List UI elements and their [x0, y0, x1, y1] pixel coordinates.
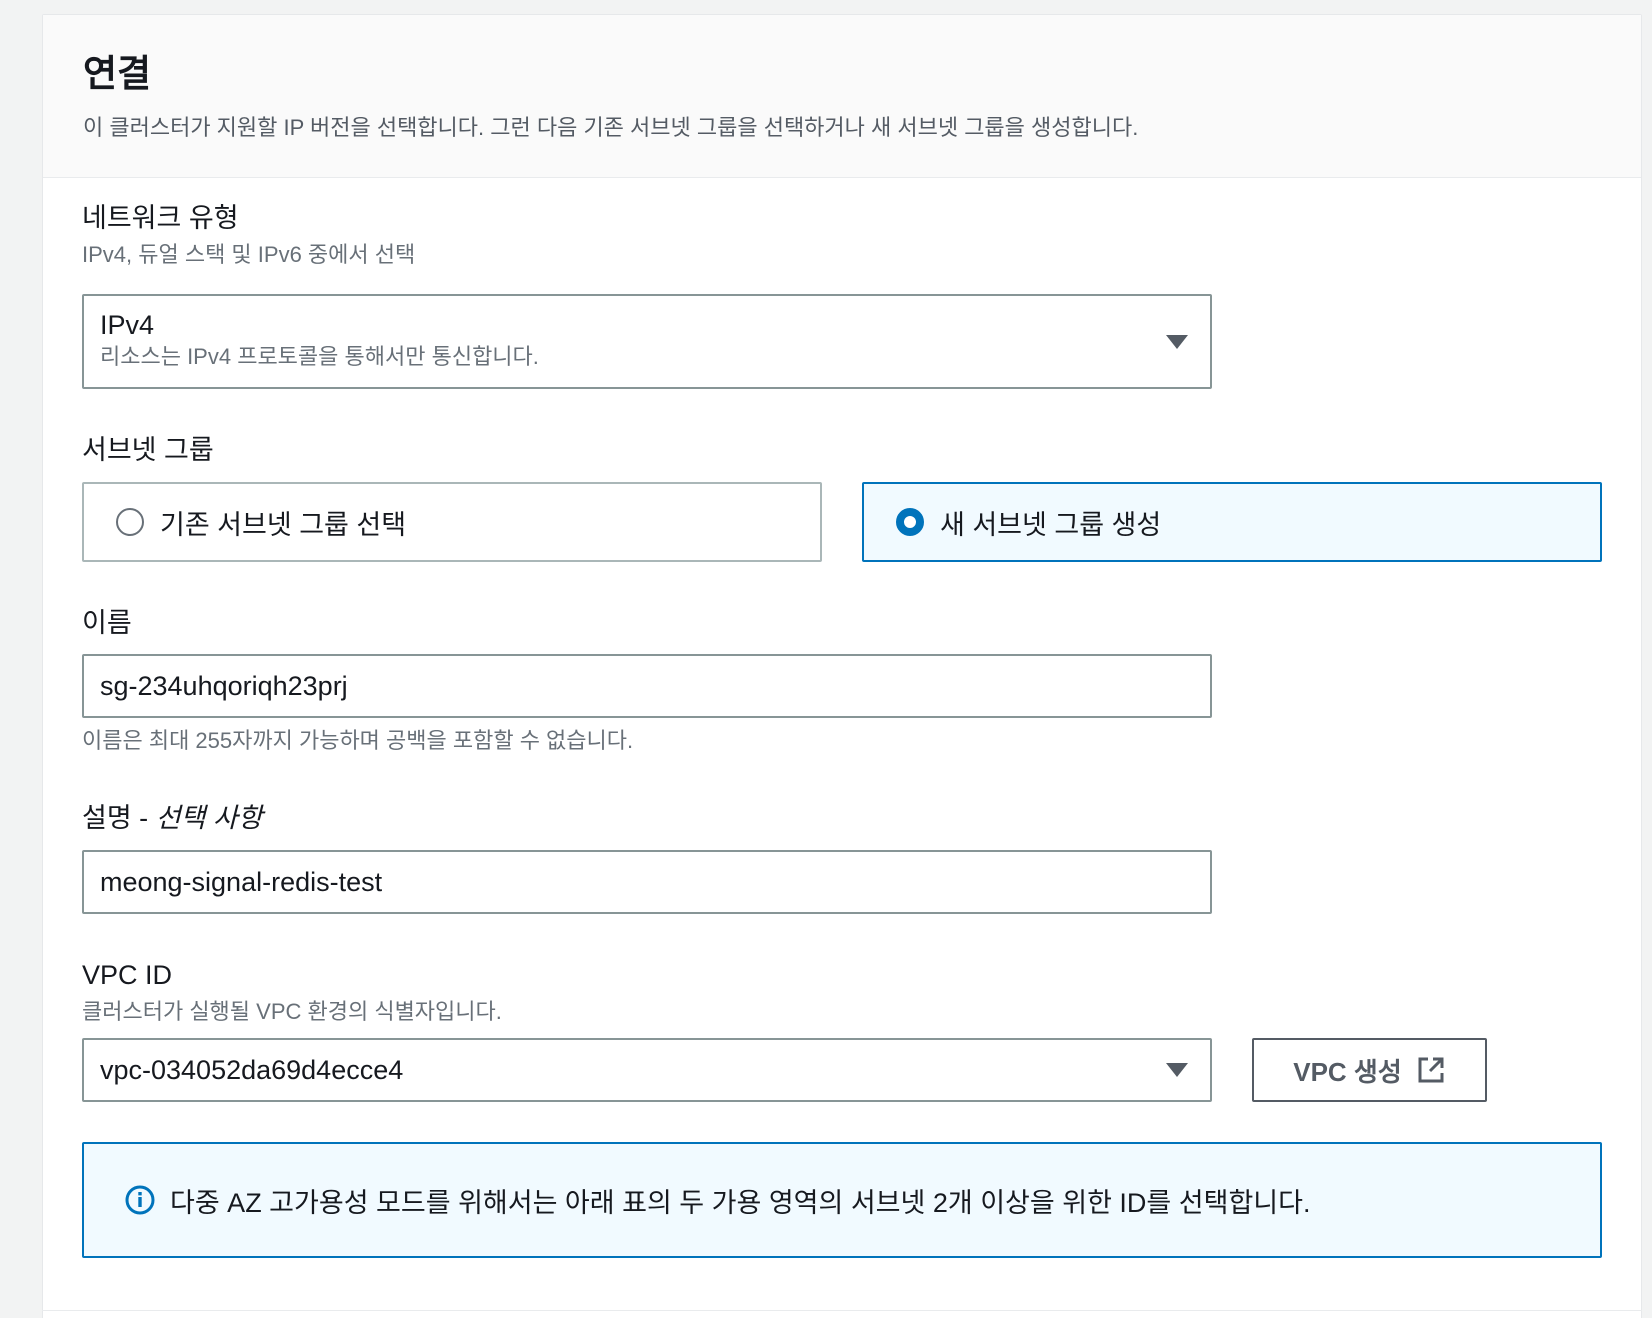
- create-vpc-button[interactable]: VPC 생성: [1252, 1038, 1487, 1102]
- name-hint: 이름은 최대 255자까지 가능하며 공백을 포함할 수 없습니다.: [82, 728, 634, 753]
- network-type-select[interactable]: IPv4 리소스는 IPv4 프로토콜을 통해서만 통신합니다.: [82, 294, 1212, 389]
- network-type-hint: IPv4, 듀얼 스택 및 IPv6 중에서 선택: [82, 242, 416, 267]
- caret-down-icon: [1166, 1063, 1188, 1077]
- network-type-label: 네트워크 유형: [82, 203, 239, 233]
- description-field: 설명 - 선택 사항: [82, 800, 263, 836]
- optional-tag: 선택 사항: [155, 803, 263, 833]
- name-input[interactable]: sg-234uhqoriqh23prj: [82, 654, 1212, 718]
- subnet-group-label: 서브넷 그룹: [82, 435, 214, 465]
- section-description: 이 클러스터가 지원할 IP 버전을 선택합니다. 그런 다음 기존 서브넷 그…: [83, 115, 1139, 140]
- network-type-value-description: 리소스는 IPv4 프로토콜을 통해서만 통신합니다.: [100, 344, 539, 369]
- external-link-icon: [1418, 1057, 1444, 1083]
- network-type-field: 네트워크 유형 IPv4, 듀얼 스택 및 IPv6 중에서 선택: [82, 200, 415, 270]
- vpc-hint: 클러스터가 실행될 VPC 환경의 식별자입니다.: [82, 999, 502, 1024]
- vpc-select-value: vpc-034052da69d4ecce4: [100, 1055, 404, 1085]
- vpc-select[interactable]: vpc-034052da69d4ecce4: [82, 1038, 1212, 1102]
- radio-checked-icon[interactable]: [896, 508, 924, 536]
- section-title: 연결: [83, 53, 152, 94]
- caret-down-icon: [1166, 334, 1188, 349]
- subnet-option-create-new-label: 새 서브넷 그룹 생성: [940, 509, 1162, 540]
- vpc-label: VPC ID: [82, 960, 173, 990]
- subnet-option-create-new[interactable]: 새 서브넷 그룹 생성: [862, 482, 1602, 562]
- divider: [42, 1310, 1642, 1311]
- info-alert-text: 다중 AZ 고가용성 모드를 위해서는 아래 표의 두 가용 영역의 서브넷 2…: [170, 1187, 1311, 1218]
- radio-unchecked-icon[interactable]: [116, 508, 144, 536]
- info-icon: [125, 1185, 155, 1215]
- create-vpc-button-label: VPC 생성: [1293, 1056, 1402, 1087]
- description-input[interactable]: meong-signal-redis-test: [82, 850, 1212, 914]
- name-field: 이름: [82, 605, 132, 641]
- subnet-option-existing[interactable]: 기존 서브넷 그룹 선택: [82, 482, 822, 562]
- vpc-field: VPC ID 클러스터가 실행될 VPC 환경의 식별자입니다.: [82, 957, 502, 1027]
- name-label: 이름: [82, 608, 132, 638]
- panel-header: 연결 이 클러스터가 지원할 IP 버전을 선택합니다. 그런 다음 기존 서브…: [43, 15, 1641, 178]
- subnet-option-existing-label: 기존 서브넷 그룹 선택: [160, 509, 407, 540]
- description-label: 설명 - 선택 사항: [82, 803, 263, 833]
- network-type-value: IPv4: [100, 310, 155, 340]
- info-alert: 다중 AZ 고가용성 모드를 위해서는 아래 표의 두 가용 영역의 서브넷 2…: [82, 1142, 1602, 1258]
- subnet-group-field: 서브넷 그룹: [82, 432, 214, 468]
